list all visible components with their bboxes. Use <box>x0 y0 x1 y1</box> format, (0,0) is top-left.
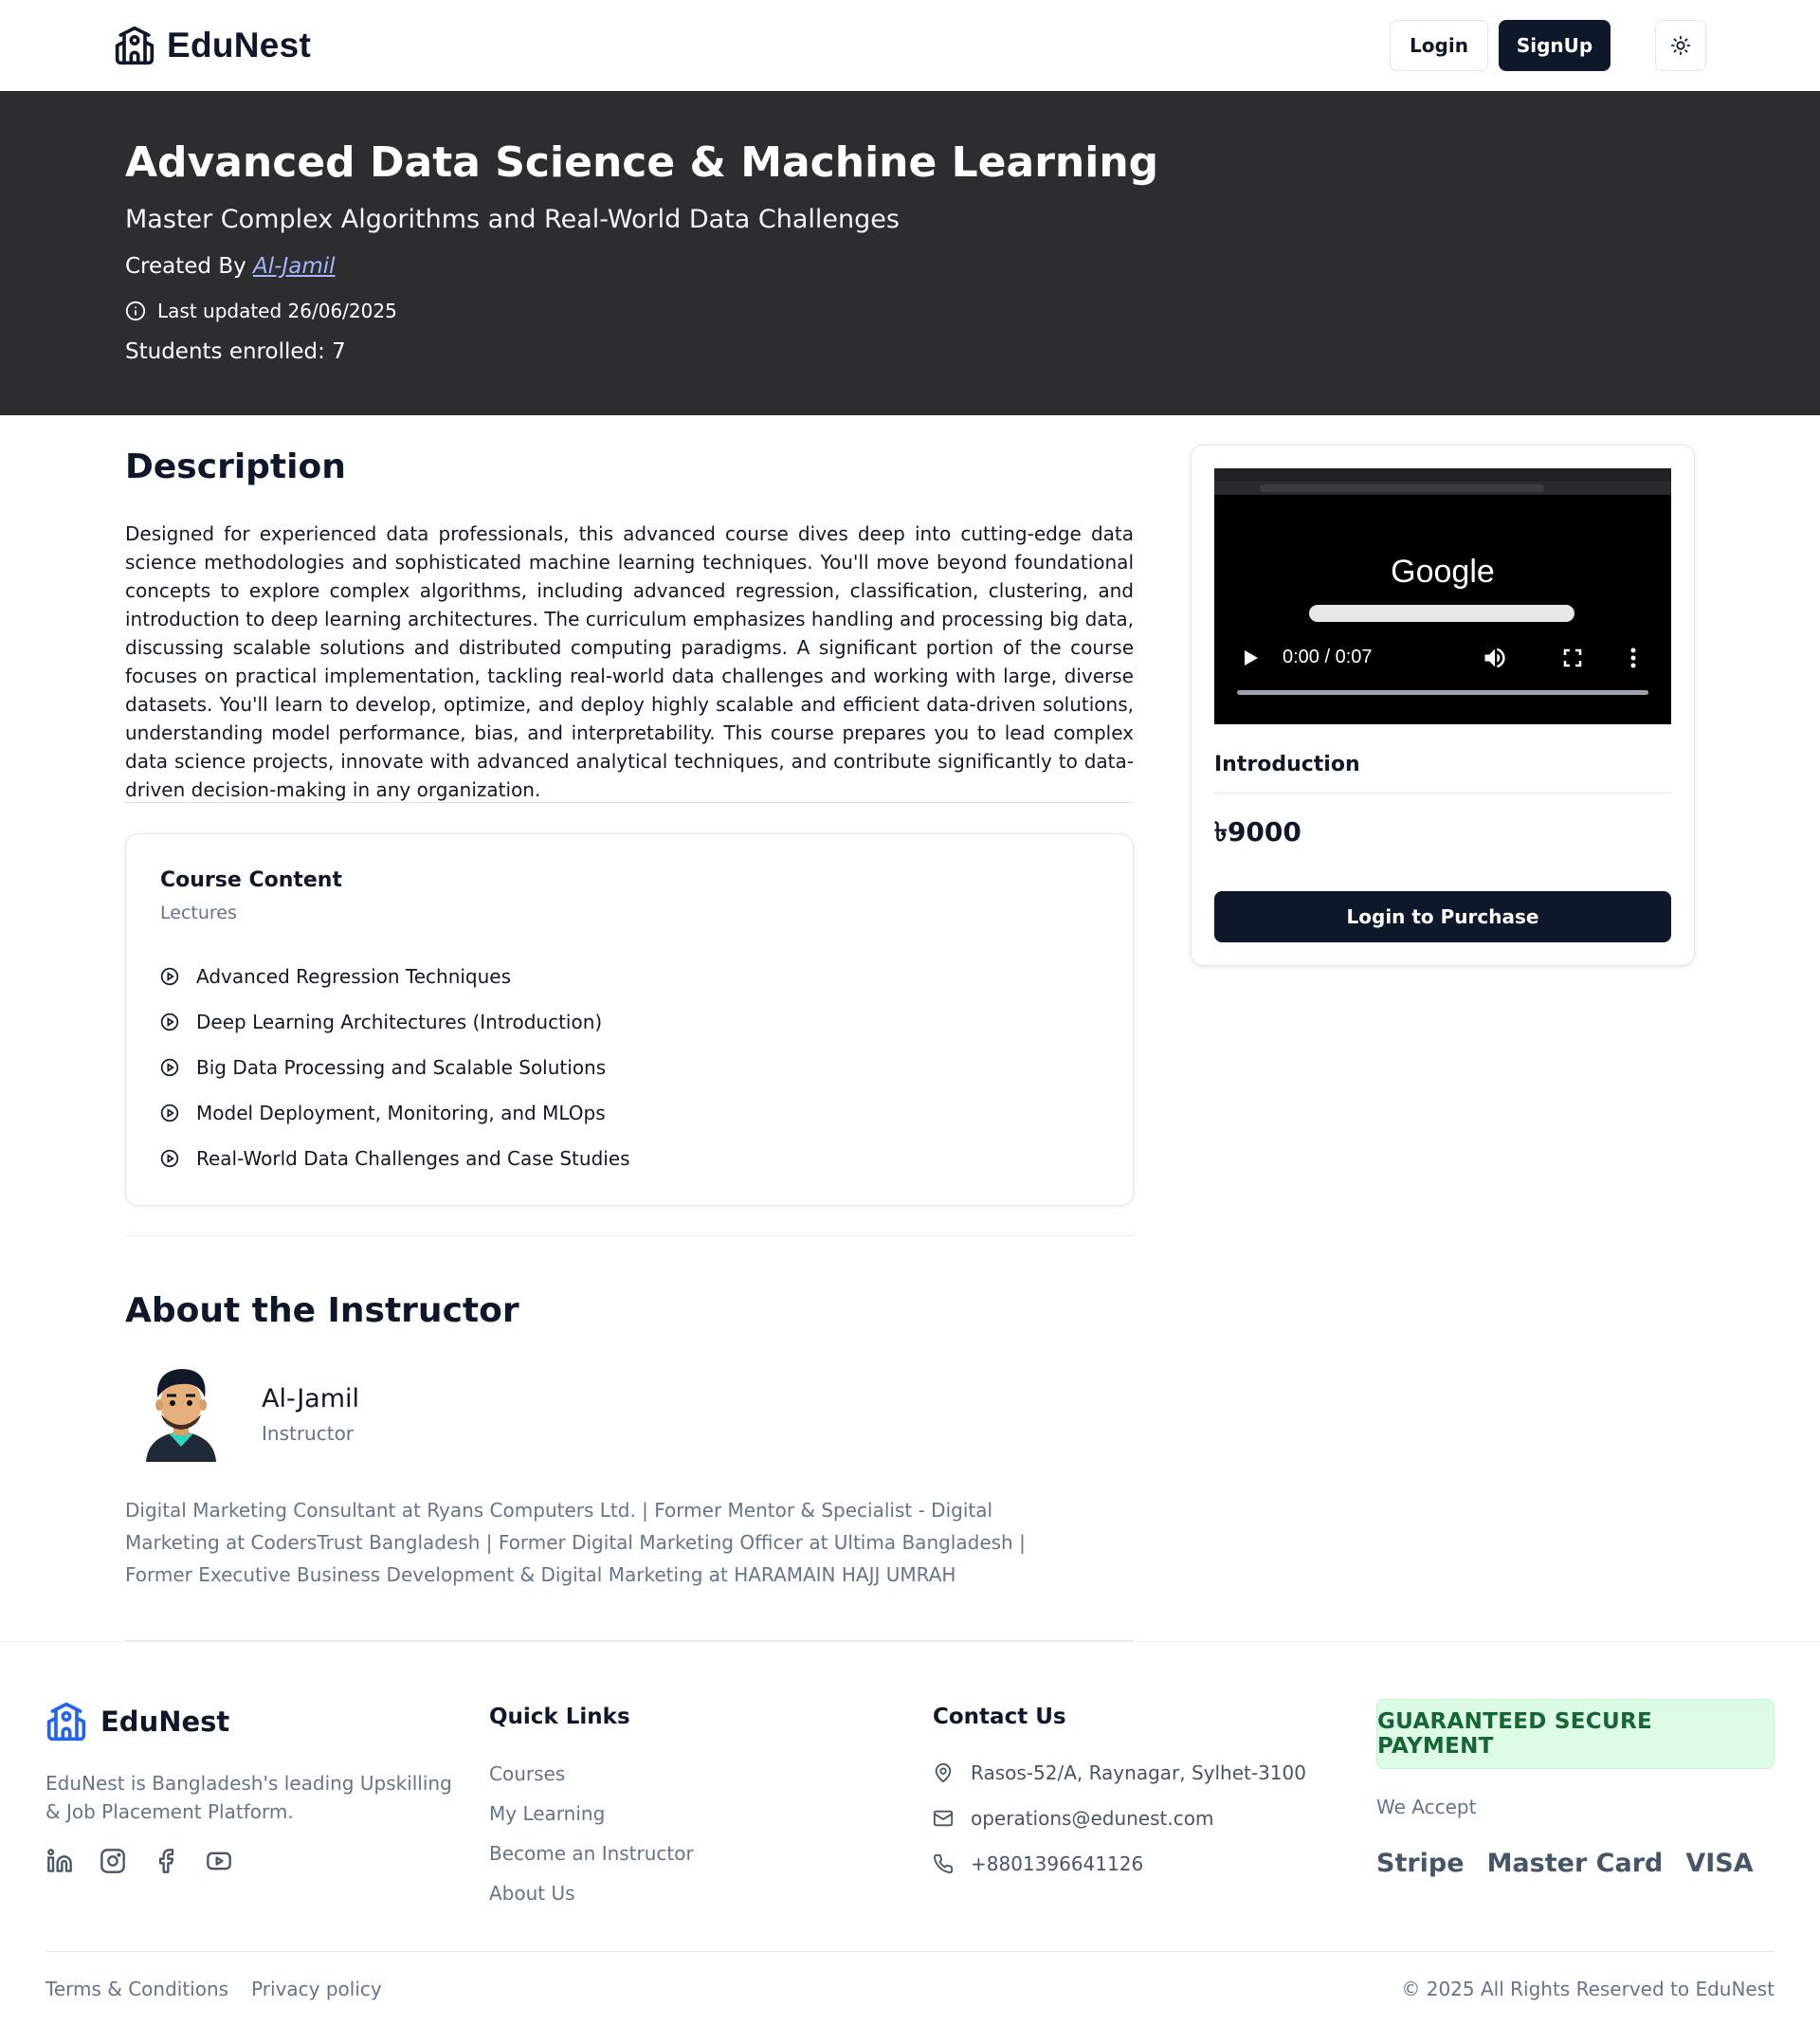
lectures-label: Lectures <box>160 903 237 923</box>
course-content-card: Course Content Lectures Advanced Regress… <box>125 833 1134 1206</box>
contact-title: Contact Us <box>933 1705 1066 1729</box>
sun-icon <box>1670 35 1691 56</box>
created-by-label: Created By <box>125 254 246 279</box>
intro-label: Introduction <box>1214 753 1360 776</box>
purchase-card: Google 0:00 / 0:07 Introduction ৳9000 Lo… <box>1191 445 1695 966</box>
instructor-avatar <box>146 1369 216 1462</box>
lecture-title: Advanced Regression Techniques <box>196 965 512 988</box>
payment-method-mastercard: Master Card <box>1486 1849 1664 1878</box>
play-circle-icon <box>160 1104 179 1122</box>
quick-links-title: Quick Links <box>489 1705 630 1729</box>
instructor-role: Instructor <box>262 1422 355 1445</box>
lecture-item[interactable]: Advanced Regression Techniques <box>160 965 511 988</box>
divider <box>125 1235 1134 1236</box>
footer-link-courses[interactable]: Courses <box>489 1762 565 1785</box>
volume-icon[interactable] <box>1482 645 1508 671</box>
last-updated-text: Last updated 26/06/2025 <box>157 300 397 322</box>
footer-divider <box>0 1641 1820 1642</box>
copyright: © 2025 All Rights Reserved to EduNest <box>1401 1978 1774 2000</box>
created-by: Created By Al-Jamil <box>125 254 336 279</box>
lecture-item[interactable]: Deep Learning Architectures (Introductio… <box>160 1011 602 1033</box>
author-link[interactable]: Al-Jamil <box>253 254 336 279</box>
phone-icon <box>934 1853 954 1873</box>
contact-phone-text: +8801396641126 <box>971 1852 1144 1875</box>
lecture-title: Big Data Processing and Scalable Solutio… <box>196 1056 607 1079</box>
lecture-title: Real-World Data Challenges and Case Stud… <box>196 1147 630 1170</box>
video-frame-text: Google <box>1391 554 1495 590</box>
contact-address: Rasos-52/A, Raynagar, Sylhet-3100 <box>933 1761 1306 1784</box>
course-subtitle: Master Complex Algorithms and Real-World… <box>125 205 900 234</box>
course-price: ৳9000 <box>1214 816 1301 848</box>
intro-video-player[interactable]: Google 0:00 / 0:07 <box>1214 468 1671 724</box>
signup-button[interactable]: SignUp <box>1499 20 1611 71</box>
video-frame-searchbox <box>1309 605 1574 622</box>
contact-email[interactable]: operations@edunest.com <box>933 1807 1213 1830</box>
privacy-link[interactable]: Privacy policy <box>251 1978 382 2000</box>
payment-methods: Stripe Master Card VISA <box>1376 1849 1754 1878</box>
play-icon[interactable] <box>1241 647 1262 669</box>
play-circle-icon <box>160 1058 179 1077</box>
video-frame-urlbar <box>1260 484 1544 492</box>
footer-brand[interactable]: EduNest <box>46 1701 229 1742</box>
mail-icon <box>933 1810 954 1827</box>
video-progress-bar[interactable] <box>1237 690 1648 695</box>
map-pin-icon <box>935 1762 952 1783</box>
info-icon <box>125 301 146 321</box>
more-options-icon[interactable] <box>1622 645 1645 671</box>
course-hero: Advanced Data Science & Machine Learning… <box>0 91 1820 415</box>
divider <box>1214 793 1671 794</box>
facebook-icon[interactable] <box>152 1847 180 1875</box>
play-circle-icon <box>160 967 179 986</box>
instructor-name: Al-Jamil <box>262 1384 360 1414</box>
last-updated: Last updated 26/06/2025 <box>125 300 397 322</box>
course-title: Advanced Data Science & Machine Learning <box>125 138 1159 187</box>
play-circle-icon <box>160 1012 179 1031</box>
description-text: Designed for experienced data profession… <box>125 522 1134 801</box>
brand-logo[interactable]: EduNest <box>114 25 311 66</box>
video-frame-tabbar <box>1214 468 1671 482</box>
footer-about: EduNest is Bangladesh's leading Upskilli… <box>46 1772 452 1823</box>
lecture-title: Model Deployment, Monitoring, and MLOps <box>196 1102 606 1124</box>
lecture-item[interactable]: Model Deployment, Monitoring, and MLOps <box>160 1102 606 1124</box>
instructor-heading: About the Instructor <box>125 1291 519 1330</box>
footer-brand-name: EduNest <box>100 1706 230 1738</box>
site-header: EduNest Login SignUp <box>0 0 1820 91</box>
contact-email-text: operations@edunest.com <box>971 1807 1214 1830</box>
course-content-title: Course Content <box>160 868 342 892</box>
video-time: 0:00 / 0:07 <box>1283 647 1373 667</box>
login-button[interactable]: Login <box>1390 20 1488 71</box>
students-enrolled: Students enrolled: 7 <box>125 339 346 364</box>
divider <box>125 802 1134 803</box>
payment-method-visa: VISA <box>1685 1849 1754 1878</box>
contact-phone[interactable]: +8801396641126 <box>933 1852 1143 1875</box>
school-building-icon <box>46 1702 86 1742</box>
footer-bottom-divider <box>46 1951 1774 1952</box>
instagram-icon[interactable] <box>99 1847 127 1875</box>
footer-link-about-us[interactable]: About Us <box>489 1882 575 1905</box>
footer-link-become-instructor[interactable]: Become an Instructor <box>489 1842 694 1865</box>
lecture-item[interactable]: Real-World Data Challenges and Case Stud… <box>160 1147 630 1170</box>
play-circle-icon <box>160 1149 179 1168</box>
we-accept-label: We Accept <box>1376 1796 1477 1818</box>
secure-payment-badge: GUARANTEED SECURE PAYMENT <box>1376 1699 1774 1769</box>
youtube-icon[interactable] <box>205 1847 233 1875</box>
social-links <box>46 1847 233 1875</box>
lecture-item[interactable]: Big Data Processing and Scalable Solutio… <box>160 1056 606 1079</box>
theme-toggle-button[interactable] <box>1655 20 1706 71</box>
instructor-bio: Digital Marketing Consultant at Ryans Co… <box>125 1499 1026 1586</box>
school-building-icon <box>115 26 155 65</box>
contact-address-text: Rasos-52/A, Raynagar, Sylhet-3100 <box>971 1761 1306 1784</box>
login-to-purchase-button[interactable]: Login to Purchase <box>1214 891 1671 942</box>
legal-links: Terms & Conditions Privacy policy <box>46 1978 382 2000</box>
fullscreen-icon[interactable] <box>1561 647 1584 669</box>
terms-link[interactable]: Terms & Conditions <box>46 1978 228 2000</box>
description-heading: Description <box>125 447 346 486</box>
lecture-title: Deep Learning Architectures (Introductio… <box>196 1011 603 1033</box>
footer-link-my-learning[interactable]: My Learning <box>489 1802 605 1825</box>
payment-method-stripe: Stripe <box>1376 1849 1465 1878</box>
linkedin-icon[interactable] <box>46 1847 74 1875</box>
brand-name: EduNest <box>167 26 312 64</box>
